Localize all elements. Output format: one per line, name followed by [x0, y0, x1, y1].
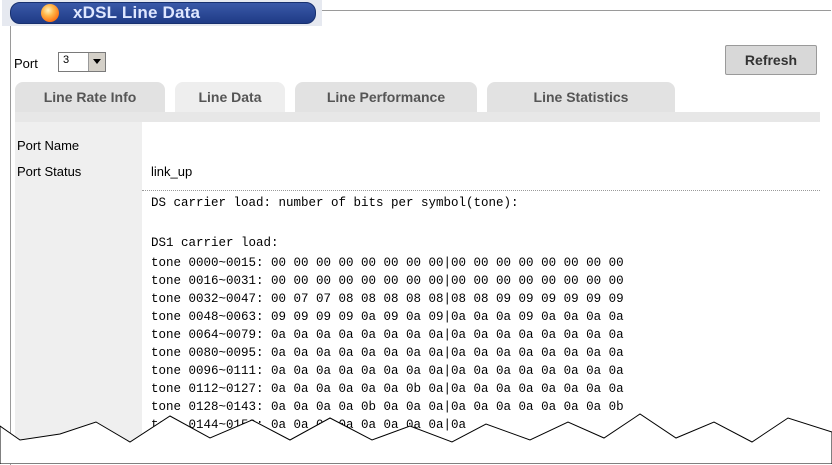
torn-edge — [0, 413, 832, 464]
panel-top-strip — [15, 112, 820, 122]
tone-row: tone 0080~0095: 0a 0a 0a 0a 0a 0a 0a 0a|… — [151, 346, 624, 360]
tone-row: tone 0096~0111: 0a 0a 0a 0a 0a 0a 0a 0a|… — [151, 364, 624, 378]
orb-icon — [41, 4, 59, 22]
tab-line-performance[interactable]: Line Performance — [295, 82, 477, 112]
section-divider — [142, 190, 820, 191]
port-select[interactable]: 3 — [58, 52, 106, 72]
tab-line-data[interactable]: Line Data — [175, 82, 285, 112]
tone-row: tone 0064~0079: 0a 0a 0a 0a 0a 0a 0a 0a|… — [151, 328, 624, 342]
tab-label: Line Statistics — [533, 89, 629, 105]
tab-label: Line Performance — [326, 89, 446, 105]
carrier-load-section: DS1 carrier load: — [151, 236, 279, 250]
tone-row: tone 0048~0063: 09 09 09 09 0a 09 0a 09|… — [151, 310, 624, 324]
carrier-load-header: DS carrier load: number of bits per symb… — [151, 196, 519, 210]
tab-line-statistics[interactable]: Line Statistics — [487, 82, 675, 112]
port-status-label: Port Status — [17, 164, 82, 179]
title-bar: xDSL Line Data — [10, 2, 316, 24]
port-selected-value: 3 — [63, 54, 70, 66]
refresh-button[interactable]: Refresh — [725, 45, 817, 75]
tab-label: Line Rate Info — [43, 89, 137, 105]
tone-row: tone 0016~0031: 00 00 00 00 00 00 00 00|… — [151, 274, 624, 288]
window-title: xDSL Line Data — [73, 3, 201, 22]
chevron-down-icon[interactable] — [88, 53, 105, 71]
port-name-label: Port Name — [17, 138, 80, 153]
port-status-value: link_up — [151, 164, 193, 179]
tone-row: tone 0112~0127: 0a 0a 0a 0a 0a 0a 0b 0a|… — [151, 382, 624, 396]
port-label: Port — [14, 56, 38, 71]
tone-row: tone 0000~0015: 00 00 00 00 00 00 00 00|… — [151, 256, 624, 270]
tab-line-rate-info[interactable]: Line Rate Info — [15, 82, 165, 112]
torn-edge-shape — [0, 413, 832, 464]
header-strip: xDSL Line Data — [2, 0, 322, 26]
tone-row: tone 0032~0047: 00 07 07 08 08 08 08 08|… — [151, 292, 624, 306]
tab-label: Line Data — [198, 89, 262, 105]
